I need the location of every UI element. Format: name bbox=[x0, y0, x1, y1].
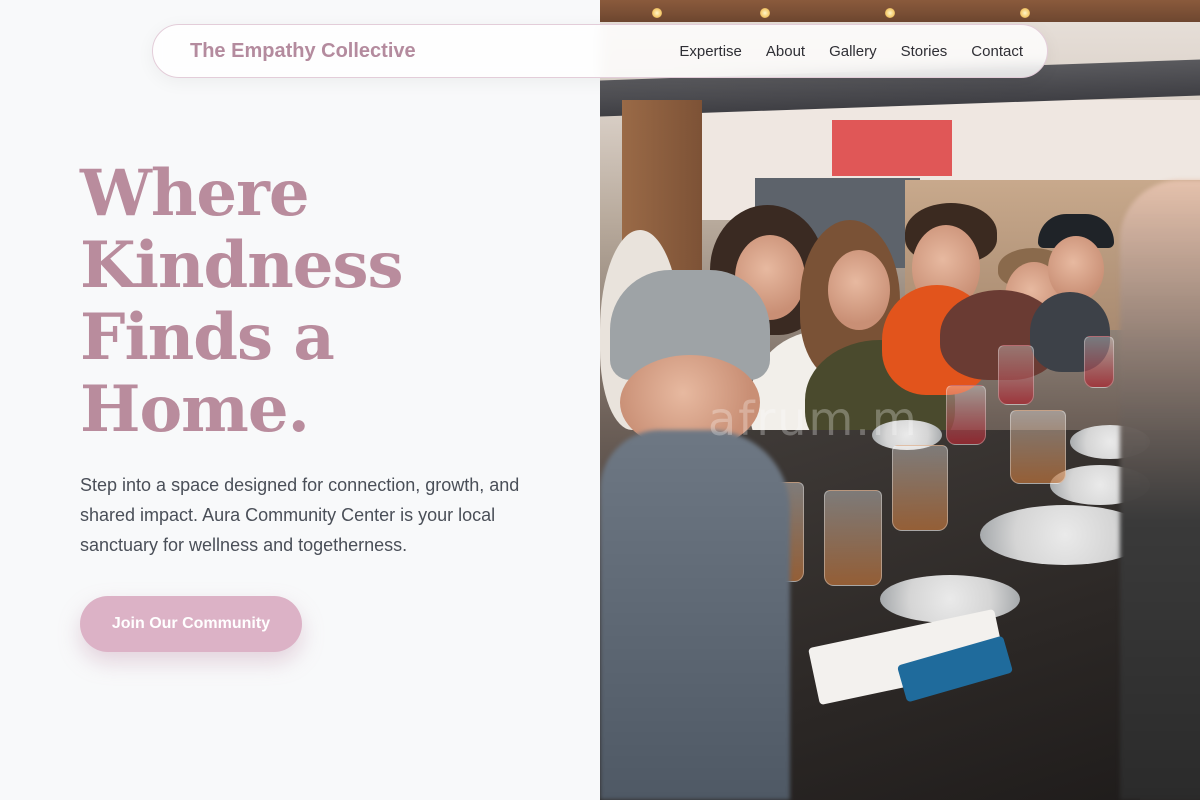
water-glass bbox=[892, 445, 948, 531]
wine-glass bbox=[946, 385, 986, 445]
string-light bbox=[652, 8, 662, 18]
join-community-button[interactable]: Join Our Community bbox=[80, 596, 302, 652]
hero-photo: afrum.m bbox=[600, 0, 1200, 800]
landing-page: afrum.m The Empathy Collective Expertise… bbox=[0, 0, 1200, 800]
hero-description: Step into a space designed for connectio… bbox=[80, 475, 520, 555]
headline-line: Finds a bbox=[80, 300, 335, 375]
brand-logo-link[interactable]: The Empathy Collective bbox=[190, 40, 416, 63]
plate bbox=[880, 575, 1020, 623]
headline-line: Home. bbox=[80, 372, 310, 447]
foreground-diner bbox=[600, 430, 790, 800]
hero-headline: Where Kindness Finds a Home. bbox=[80, 158, 580, 446]
hero-section: Where Kindness Finds a Home. Step into a… bbox=[80, 158, 580, 652]
wine-glass bbox=[1084, 336, 1114, 388]
string-light bbox=[885, 8, 895, 18]
diner-face bbox=[828, 250, 890, 330]
nav-link-contact[interactable]: Contact bbox=[971, 43, 1023, 60]
nav-link-stories[interactable]: Stories bbox=[901, 43, 948, 60]
nav-link-gallery[interactable]: Gallery bbox=[829, 43, 877, 60]
main-navbar: The Empathy Collective Expertise About G… bbox=[152, 24, 1048, 78]
photo-watermark: afrum.m bbox=[708, 392, 919, 446]
beer-glass bbox=[1010, 410, 1066, 484]
headline-line: Kindness bbox=[80, 228, 404, 303]
string-light bbox=[760, 8, 770, 18]
nav-links: Expertise About Gallery Stories Contact bbox=[679, 43, 1023, 60]
wine-glass bbox=[998, 345, 1034, 405]
pergola-beam bbox=[600, 0, 1200, 22]
nav-link-expertise[interactable]: Expertise bbox=[679, 43, 742, 60]
foreground-diner bbox=[1120, 180, 1200, 800]
headline-line: Where bbox=[80, 156, 310, 231]
red-sign bbox=[832, 120, 952, 176]
string-light bbox=[1020, 8, 1030, 18]
nav-link-about[interactable]: About bbox=[766, 43, 805, 60]
water-glass bbox=[824, 490, 882, 586]
